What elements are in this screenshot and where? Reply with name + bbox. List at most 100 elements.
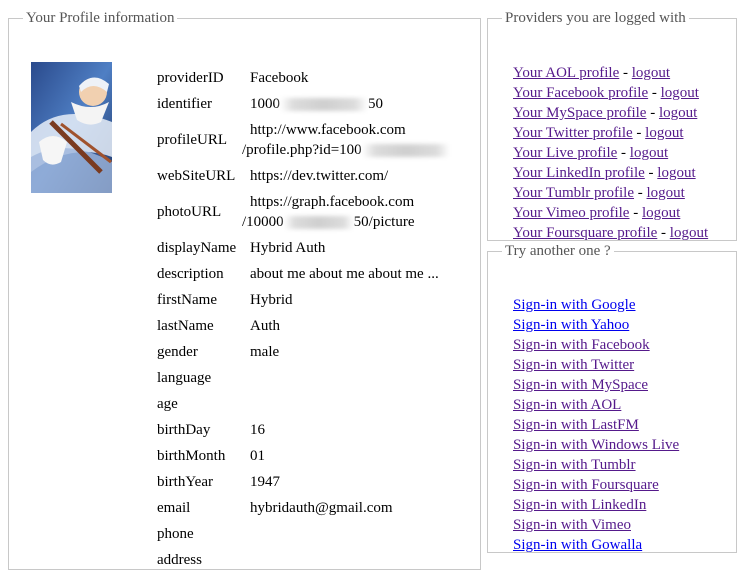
provider-profile-link[interactable]: Your Foursquare profile	[513, 225, 657, 241]
field-label: email	[157, 500, 191, 516]
separator: -	[634, 185, 647, 201]
field-label: birthDay	[157, 422, 211, 438]
field-label: description	[157, 266, 224, 282]
field-value: about me about me about me ...	[250, 266, 439, 282]
provider-item: Your Facebook profile - logout	[513, 83, 708, 103]
logout-link[interactable]: logout	[647, 185, 685, 201]
redacted-blur	[280, 98, 368, 112]
profile-legend: Your Profile information	[26, 10, 175, 26]
signin-item: Sign-in with Windows Live	[513, 435, 679, 455]
logout-link[interactable]: logout	[661, 85, 699, 101]
field-value: 16	[250, 422, 265, 438]
signin-link[interactable]: Sign-in with Vimeo	[513, 517, 631, 533]
avatar	[31, 62, 112, 193]
field-label: birthYear	[157, 474, 213, 490]
signin-item: Sign-in with Twitter	[513, 355, 679, 375]
signin-link[interactable]: Sign-in with AOL	[513, 397, 621, 413]
logout-link[interactable]: logout	[645, 125, 683, 141]
field-value	[250, 547, 450, 573]
profile-table: providerID Facebook identifier 1000 50 pr…	[154, 65, 450, 573]
separator: -	[617, 145, 630, 161]
profile-url-line2: /profile.php?id=100	[242, 140, 450, 160]
another-legend: Try another one ?	[505, 243, 611, 259]
identifier-start: 1000	[250, 96, 280, 112]
field-label: firstName	[157, 292, 217, 308]
provider-profile-link[interactable]: Your Vimeo profile	[513, 205, 629, 221]
identifier-end: 50	[368, 96, 383, 112]
provider-profile-link[interactable]: Your MySpace profile	[513, 105, 646, 121]
field-label: profileURL	[157, 132, 227, 148]
signin-link[interactable]: Sign-in with MySpace	[513, 377, 648, 393]
photo-url-line2-start: /10000	[242, 214, 284, 230]
provider-profile-link[interactable]: Your Facebook profile	[513, 85, 648, 101]
provider-item: Your Foursquare profile - logout	[513, 223, 708, 243]
signin-link[interactable]: Sign-in with Facebook	[513, 337, 650, 353]
field-label: address	[157, 552, 202, 568]
field-value: Hybrid	[250, 292, 293, 308]
provider-profile-link[interactable]: Your AOL profile	[513, 65, 619, 81]
row-age: age	[154, 391, 450, 417]
separator: -	[644, 165, 658, 181]
field-label: identifier	[157, 96, 212, 112]
row-birthYear: birthYear 1947	[154, 469, 450, 495]
field-value	[250, 391, 450, 417]
signin-item: Sign-in with LinkedIn	[513, 495, 679, 515]
signin-item: Sign-in with AOL	[513, 395, 679, 415]
signin-item: Sign-in with Facebook	[513, 335, 679, 355]
signin-list: Sign-in with Google Sign-in with Yahoo Sig…	[513, 295, 679, 555]
field-label: gender	[157, 344, 198, 360]
provider-profile-link[interactable]: Your Tumblr profile	[513, 185, 634, 201]
provider-item: Your AOL profile - logout	[513, 63, 708, 83]
row-description: description about me about me about me .…	[154, 261, 450, 287]
field-label: providerID	[157, 70, 224, 86]
row-profileURL: profileURL http://www.facebook.com /prof…	[154, 117, 450, 163]
provider-profile-link[interactable]: Your Twitter profile	[513, 125, 633, 141]
row-birthMonth: birthMonth 01	[154, 443, 450, 469]
provider-item: Your LinkedIn profile - logout	[513, 163, 708, 183]
signin-link[interactable]: Sign-in with LastFM	[513, 417, 639, 433]
row-firstName: firstName Hybrid	[154, 287, 450, 313]
provider-item: Your Vimeo profile - logout	[513, 203, 708, 223]
logout-link[interactable]: logout	[642, 205, 680, 221]
photo-url-line2-end: 50/picture	[353, 214, 415, 230]
logout-link[interactable]: logout	[630, 145, 668, 161]
profile-url-line1: http://www.facebook.com	[250, 122, 406, 138]
providers-fieldset: Providers you are logged with Your AOL p…	[487, 10, 737, 241]
signin-link[interactable]: Sign-in with LinkedIn	[513, 497, 646, 513]
field-label: photoURL	[157, 204, 222, 220]
profile-url-line2-start: /profile.php?id=100	[242, 142, 362, 158]
field-label: age	[157, 396, 178, 412]
logout-link[interactable]: logout	[670, 225, 708, 241]
signin-link[interactable]: Sign-in with Twitter	[513, 357, 634, 373]
signin-link[interactable]: Sign-in with Foursquare	[513, 477, 659, 493]
row-webSiteURL: webSiteURL https://dev.twitter.com/	[154, 163, 450, 189]
row-phone: phone	[154, 521, 450, 547]
provider-profile-link[interactable]: Your LinkedIn profile	[513, 165, 645, 181]
field-label: birthMonth	[157, 448, 226, 464]
logout-link[interactable]: logout	[657, 165, 695, 181]
field-value: https://dev.twitter.com/	[250, 168, 389, 184]
signin-item: Sign-in with Tumblr	[513, 455, 679, 475]
row-gender: gender male	[154, 339, 450, 365]
field-label: lastName	[157, 318, 214, 334]
redacted-blur	[283, 216, 354, 230]
provider-profile-link[interactable]: Your Live profile	[513, 145, 617, 161]
signin-link[interactable]: Sign-in with Yahoo	[513, 317, 629, 333]
profile-fieldset: Your Profile information providerID Face…	[8, 10, 481, 570]
signin-item: Sign-in with MySpace	[513, 375, 679, 395]
signin-link[interactable]: Sign-in with Tumblr	[513, 457, 636, 473]
field-label: displayName	[157, 240, 237, 256]
signin-link[interactable]: Sign-in with Gowalla	[513, 537, 642, 553]
signin-link[interactable]: Sign-in with Windows Live	[513, 437, 679, 453]
provider-item: Your Live profile - logout	[513, 143, 708, 163]
logout-link[interactable]: logout	[659, 105, 697, 121]
row-identifier: identifier 1000 50	[154, 91, 450, 117]
separator: -	[648, 85, 661, 101]
provider-item: Your MySpace profile - logout	[513, 103, 708, 123]
signin-link[interactable]: Sign-in with Google	[513, 297, 636, 313]
row-displayName: displayName Hybrid Auth	[154, 235, 450, 261]
field-value: 1000 50	[250, 91, 450, 117]
field-value: Hybrid Auth	[250, 240, 326, 256]
logout-link[interactable]: logout	[632, 65, 670, 81]
field-value: male	[250, 344, 280, 360]
